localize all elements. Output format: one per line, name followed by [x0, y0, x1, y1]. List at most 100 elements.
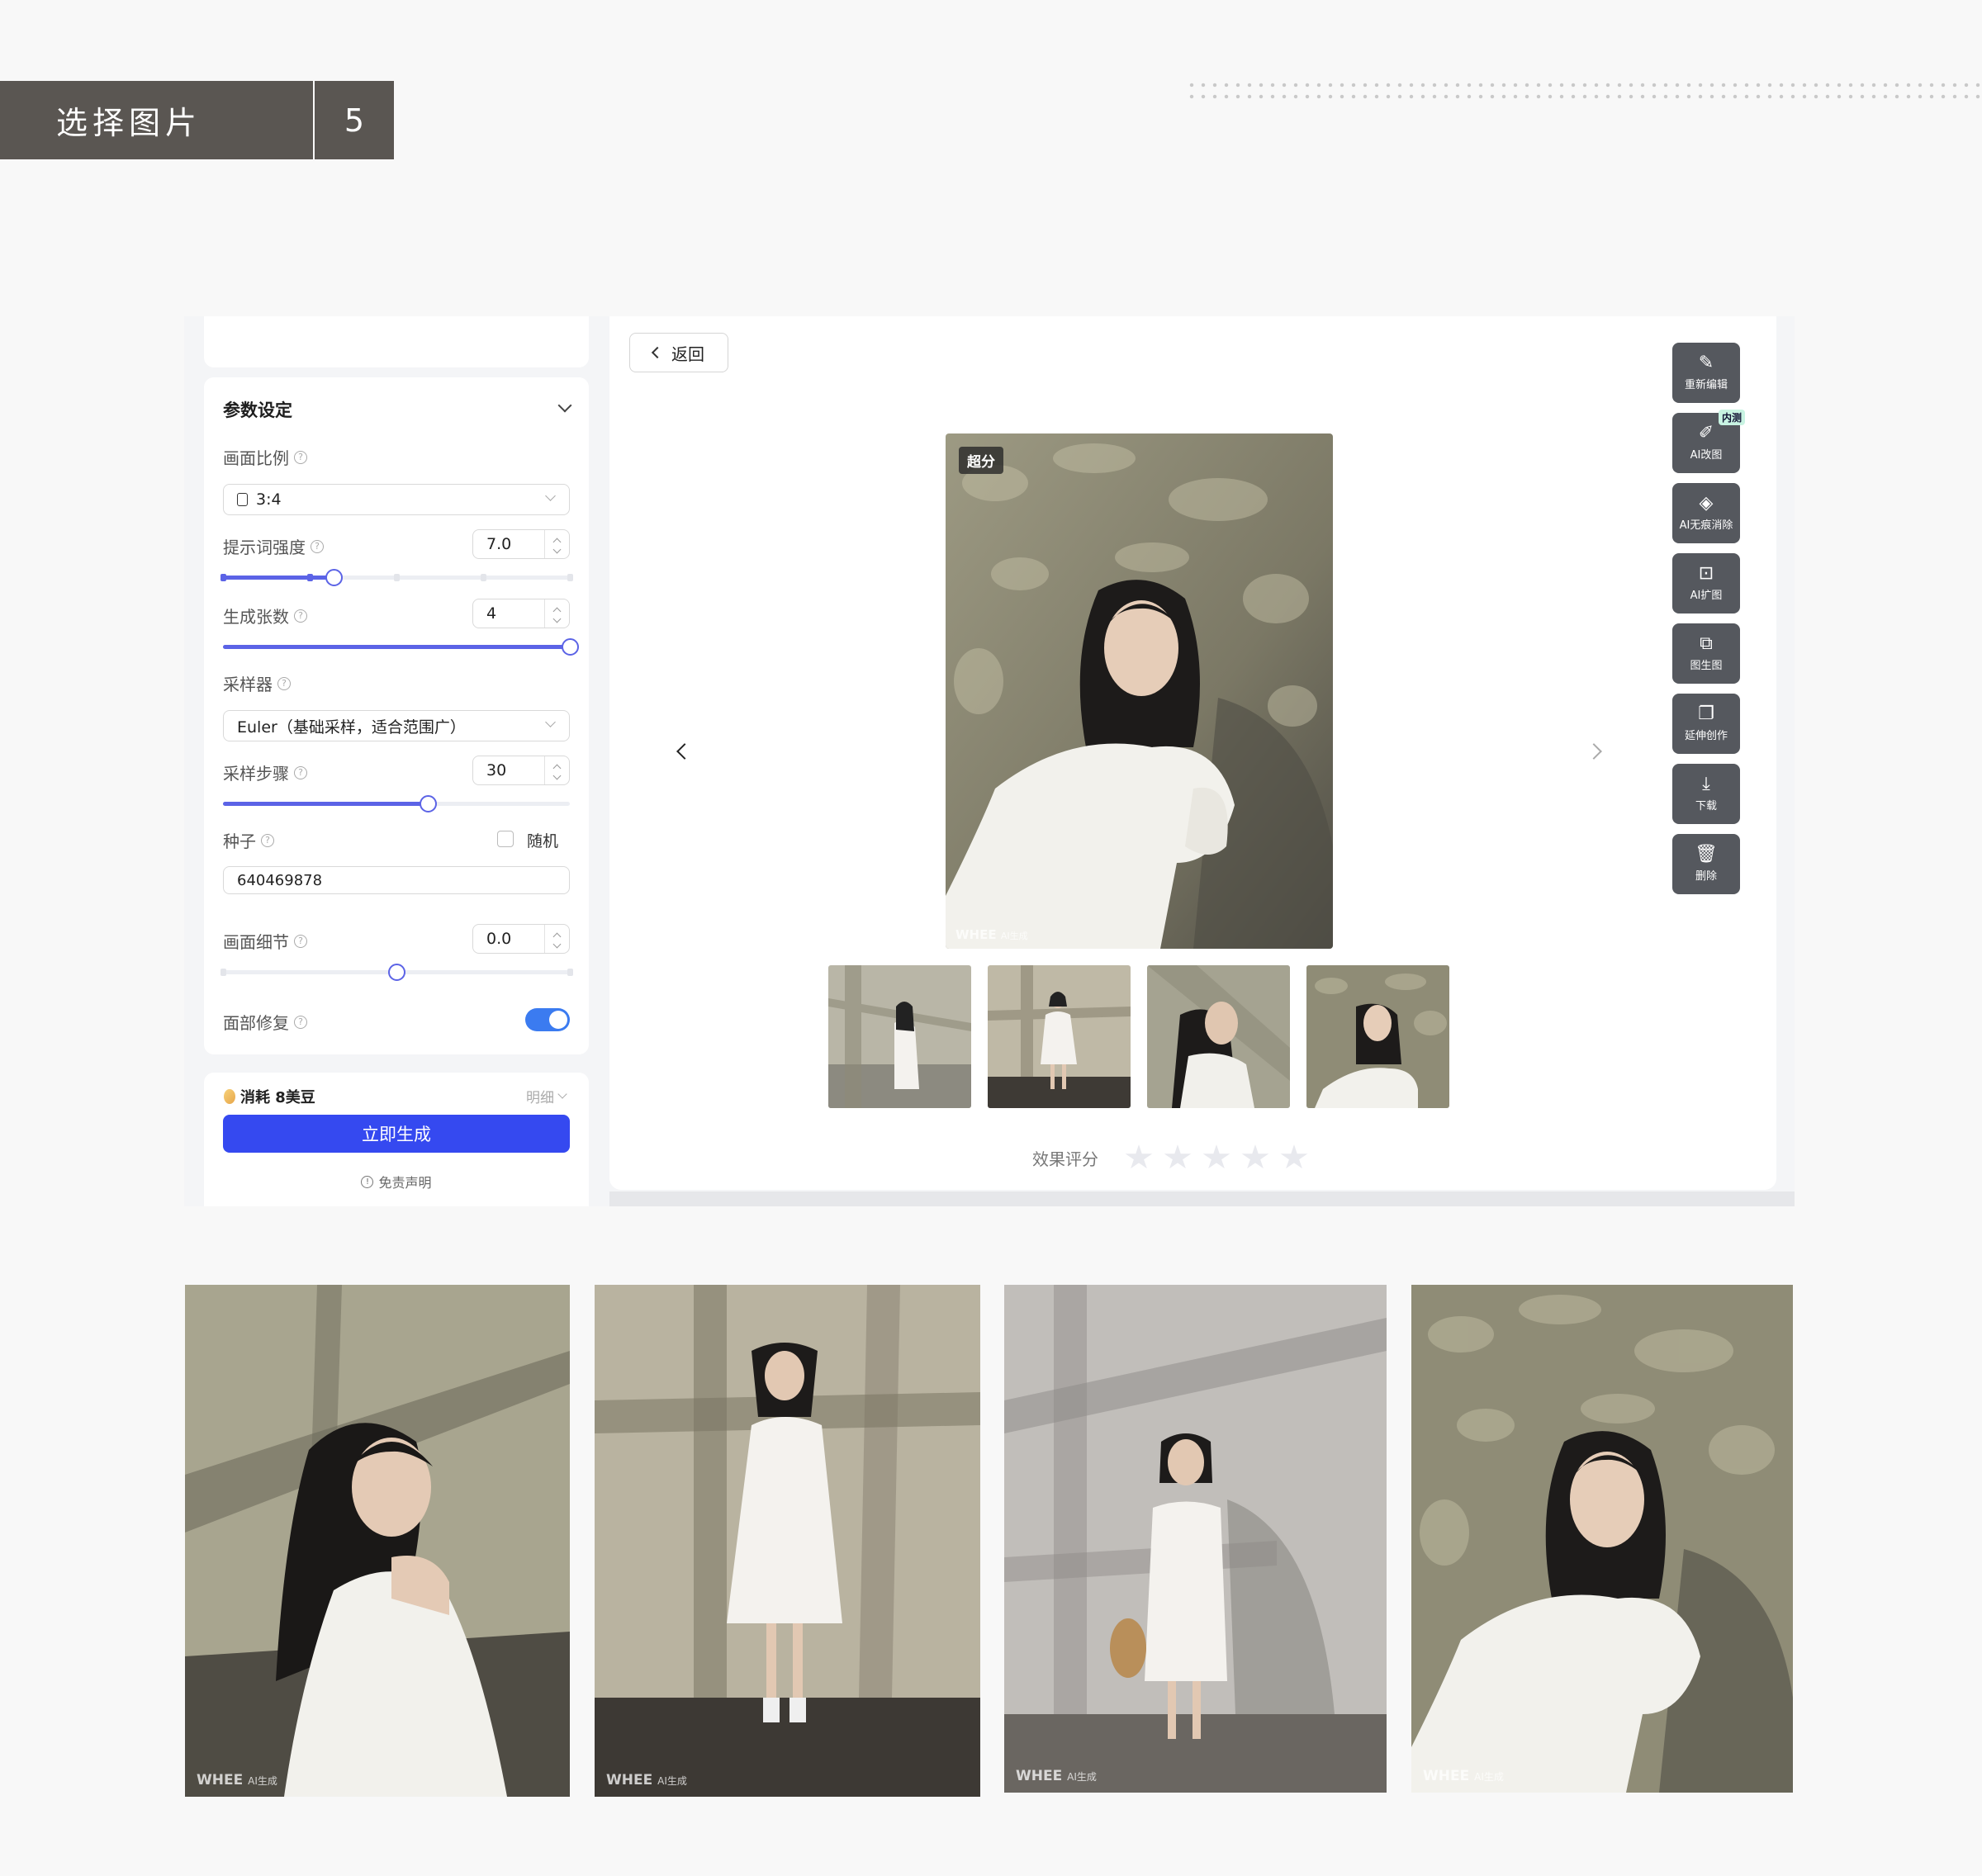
- count-label: 生成张数?: [223, 604, 307, 628]
- slider-handle[interactable]: [562, 638, 579, 656]
- steps-slider[interactable]: [223, 795, 570, 812]
- detail-link[interactable]: 明细: [526, 1086, 567, 1106]
- prompt-strength-slider[interactable]: [220, 569, 573, 586]
- star-icon[interactable]: [1241, 1144, 1269, 1169]
- slider-handle[interactable]: [325, 569, 344, 586]
- watermark: WHEE AI生成: [1016, 1768, 1097, 1784]
- thumbnail-photo: [828, 965, 971, 1108]
- tool-button-ai-modify[interactable]: ✐ AI改图 内测: [1672, 410, 1745, 473]
- help-icon[interactable]: ?: [261, 833, 274, 847]
- expand-icon: ⊡: [1698, 563, 1714, 584]
- section-title: 选择图片: [0, 81, 313, 159]
- chevron-down-icon: [557, 1088, 567, 1099]
- tool-label: 重新编辑: [1684, 379, 1728, 391]
- disclaimer-link[interactable]: ! 免责声明: [204, 1172, 589, 1191]
- thumbnail[interactable]: [988, 965, 1131, 1108]
- random-checkbox[interactable]: [497, 831, 514, 847]
- slider-fill: [223, 576, 334, 580]
- photo-image: [185, 1285, 570, 1797]
- help-icon[interactable]: ?: [294, 609, 307, 623]
- tool-label: 下载: [1695, 800, 1717, 812]
- help-icon[interactable]: ?: [277, 676, 291, 690]
- count-input[interactable]: 4: [472, 599, 570, 628]
- result-photo-3[interactable]: WHEE AI生成: [1004, 1285, 1387, 1793]
- stepper-arrows[interactable]: [544, 925, 569, 953]
- prev-image-arrow-icon[interactable]: [676, 743, 693, 760]
- star-icon[interactable]: [1164, 1144, 1192, 1169]
- slider-handle[interactable]: [388, 964, 405, 981]
- chevron-down-icon: [545, 490, 556, 501]
- result-photo-1[interactable]: WHEE AI生成: [185, 1285, 570, 1797]
- bean-icon: [224, 1089, 235, 1104]
- slider-handle[interactable]: [419, 795, 437, 812]
- help-icon[interactable]: ?: [294, 934, 307, 948]
- count-label-text: 生成张数: [223, 607, 289, 627]
- watermark-sub: AI生成: [248, 1775, 277, 1787]
- star-icon[interactable]: [1125, 1144, 1153, 1169]
- cost-text: 消耗 8美豆: [240, 1089, 315, 1106]
- face-fix-toggle[interactable]: [525, 1008, 570, 1031]
- stepper-arrows[interactable]: [544, 599, 569, 628]
- help-icon[interactable]: ?: [294, 765, 307, 779]
- tool-button-expand[interactable]: ⊡ AI扩图: [1672, 553, 1740, 613]
- thumbnail-strip: [828, 965, 1449, 1108]
- thumbnail[interactable]: [1306, 965, 1449, 1108]
- rating-stars: [1125, 1144, 1308, 1171]
- face-fix-label: 面部修复?: [223, 1010, 307, 1034]
- face-fix-label-text: 面部修复: [223, 1013, 289, 1033]
- watermark-brand: WHEE: [1423, 1768, 1470, 1784]
- seed-value: 640469878: [237, 871, 323, 889]
- aspect-select[interactable]: 3:4: [223, 484, 570, 515]
- stepper-arrows[interactable]: [544, 530, 569, 558]
- watermark: WHEE AI生成: [197, 1772, 277, 1788]
- watermark: WHEE AI生成: [606, 1772, 687, 1788]
- generate-button[interactable]: 立即生成: [223, 1115, 570, 1153]
- detail-input[interactable]: 0.0: [472, 924, 570, 954]
- seed-input[interactable]: 640469878: [223, 866, 570, 894]
- tool-button-download[interactable]: ⤓ 下载: [1672, 764, 1740, 824]
- help-icon[interactable]: ?: [311, 539, 324, 553]
- steps-input[interactable]: 30: [472, 756, 570, 785]
- ai-modify-icon: ✐: [1698, 423, 1714, 443]
- slider-tick: [307, 574, 313, 581]
- result-photo-4[interactable]: WHEE AI生成: [1411, 1285, 1793, 1793]
- thumbnail[interactable]: [828, 965, 971, 1108]
- seed-label-text: 种子: [223, 831, 256, 851]
- prompt-strength-input[interactable]: 7.0: [472, 529, 570, 559]
- cost-info: 消耗 8美豆: [224, 1086, 315, 1107]
- detail-slider[interactable]: [220, 964, 573, 981]
- result-photo-2[interactable]: WHEE AI生成: [595, 1285, 980, 1797]
- sampler-value: Euler（基础采样，适合范围广）: [237, 718, 466, 737]
- help-icon[interactable]: ?: [294, 1015, 307, 1029]
- tool-label: AI扩图: [1690, 590, 1723, 602]
- stepper-arrows[interactable]: [544, 756, 569, 784]
- tool-label: 延伸创作: [1684, 730, 1728, 742]
- count-slider[interactable]: [223, 638, 579, 656]
- tool-button-extend-create[interactable]: ❐ 延伸创作: [1672, 694, 1740, 754]
- steps-label-text: 采样步骤: [223, 764, 289, 784]
- random-label: 随机: [527, 832, 559, 850]
- tool-button-re-edit[interactable]: ✎ 重新编辑: [1672, 343, 1740, 403]
- main-preview-image[interactable]: 超分 WHEE AI生成: [946, 433, 1333, 949]
- delete-icon: 🗑: [1695, 844, 1718, 865]
- sampler-select[interactable]: Euler（基础采样，适合范围广）: [223, 710, 570, 741]
- thumbnail[interactable]: [1147, 965, 1290, 1108]
- tool-button-eraser[interactable]: ◈ AI无痕消除: [1672, 483, 1740, 543]
- detail-label-text: 画面细节: [223, 932, 289, 952]
- detail-link-text: 明细: [526, 1090, 554, 1106]
- rating-bar: 效果评分: [1032, 1144, 1308, 1171]
- thumbnail-photo: [1147, 965, 1290, 1108]
- back-button[interactable]: 返回: [629, 333, 728, 372]
- tool-button-image-to-image[interactable]: ⧉ 图生图: [1672, 623, 1740, 684]
- generate-card: 消耗 8美豆 明细 立即生成 ! 免责声明: [204, 1073, 589, 1206]
- section-step-number: 5: [315, 81, 394, 159]
- star-icon[interactable]: [1202, 1144, 1230, 1169]
- watermark-brand: WHEE: [1016, 1768, 1063, 1784]
- super-resolution-tag: 超分: [959, 447, 1003, 474]
- re-edit-icon: ✎: [1698, 353, 1714, 373]
- next-image-arrow-icon[interactable]: [1586, 743, 1602, 760]
- star-icon[interactable]: [1280, 1144, 1308, 1169]
- help-icon[interactable]: ?: [294, 450, 307, 464]
- tool-button-delete[interactable]: 🗑 删除: [1672, 834, 1740, 894]
- collapse-chevron-icon[interactable]: [557, 398, 572, 413]
